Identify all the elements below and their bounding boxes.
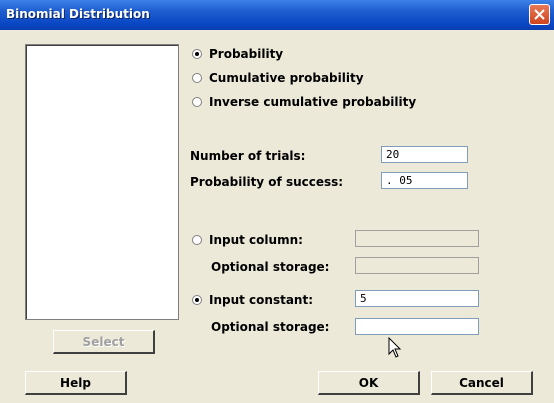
optional-storage-label-2: Optional storage: [211,320,330,334]
title-bar: Binomial Distribution [0,0,554,30]
probability-of-success-field[interactable] [381,172,468,189]
help-button[interactable]: Help [25,371,127,395]
close-icon [534,9,545,20]
inverse-cumulative-probability-option[interactable]: Inverse cumulative probability [192,93,416,111]
number-of-trials-field[interactable] [381,146,468,163]
probability-label: Probability [209,47,284,61]
input-column-option[interactable]: Input column: [192,231,303,249]
cumulative-probability-option[interactable]: Cumulative probability [192,69,364,87]
variables-listbox[interactable] [25,44,179,320]
input-constant-field[interactable] [355,290,479,307]
optional-storage-field-2[interactable] [355,318,479,335]
cumulative-probability-radio[interactable] [192,73,202,83]
close-button[interactable] [529,4,550,25]
probability-option[interactable]: Probability [192,45,283,63]
cumulative-probability-label: Cumulative probability [209,71,364,85]
cancel-button[interactable]: Cancel [431,371,533,395]
input-constant-option[interactable]: Input constant: [192,291,313,309]
ok-button[interactable]: OK [318,371,420,395]
input-constant-label: Input constant: [209,293,314,307]
probability-of-success-label: Probability of success: [190,175,344,189]
optional-storage-field-1[interactable] [355,257,479,274]
mouse-pointer-icon [388,337,402,358]
window-title: Binomial Distribution [6,7,150,21]
input-column-field[interactable] [355,230,479,247]
select-button[interactable]: Select [53,330,155,354]
inverse-cumulative-probability-radio[interactable] [192,97,202,107]
optional-storage-label-1: Optional storage: [211,260,330,274]
input-column-radio[interactable] [192,235,202,245]
input-constant-radio[interactable] [192,295,202,305]
input-column-label: Input column: [209,233,303,247]
number-of-trials-label: Number of trials: [190,149,306,163]
probability-radio[interactable] [192,49,202,59]
inverse-cumulative-probability-label: Inverse cumulative probability [209,95,417,109]
